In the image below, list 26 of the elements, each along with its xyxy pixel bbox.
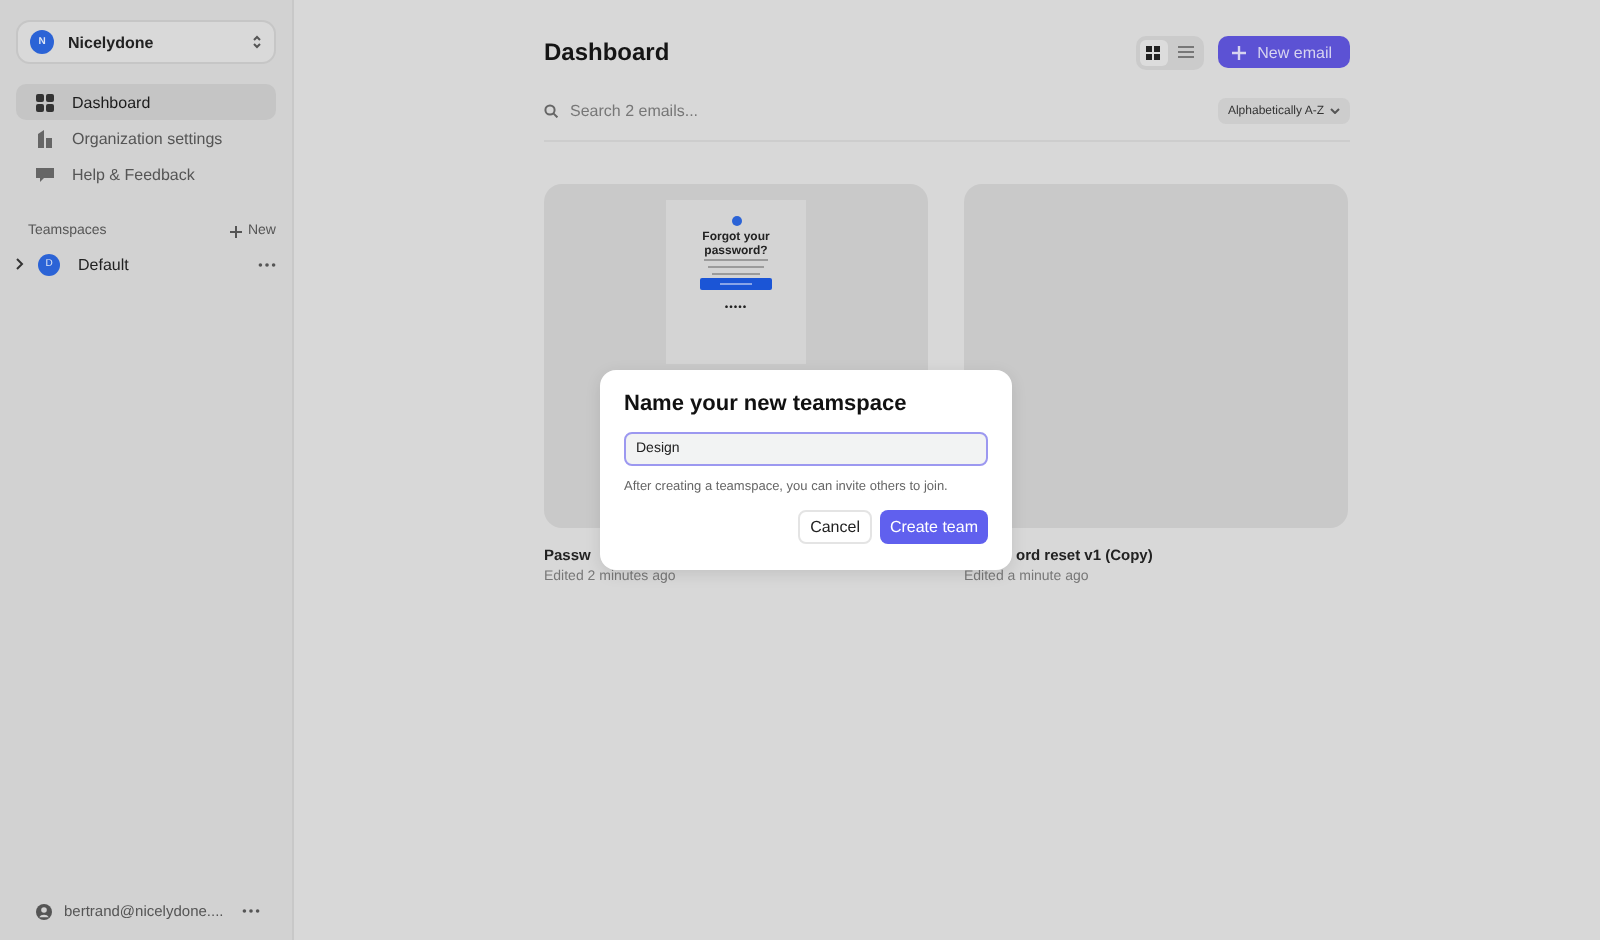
preview-button-drawing: [700, 278, 772, 291]
more-icon[interactable]: [258, 261, 276, 267]
logo-icon: [731, 216, 741, 226]
plus-icon: [1231, 45, 1246, 59]
list-icon: [1177, 46, 1194, 58]
grid-view-button[interactable]: [1139, 39, 1168, 65]
building-icon: [36, 129, 54, 147]
create-team-button[interactable]: Create team: [879, 510, 988, 544]
chevron-down-icon: [1330, 108, 1340, 114]
grid-icon: [36, 93, 54, 111]
page-title: Dashboard: [544, 38, 670, 66]
nav-item[interactable]: Organization settings: [16, 120, 276, 156]
new-email-button[interactable]: New email: [1217, 36, 1350, 68]
more-icon[interactable]: [242, 908, 260, 914]
nav-item[interactable]: Help & Feedback: [16, 156, 276, 192]
grid-icon: [1146, 45, 1161, 59]
chat-icon: [36, 165, 54, 183]
search-icon: [544, 104, 558, 118]
text-lines-drawing: [700, 258, 772, 279]
search-field[interactable]: Search 2 emails...: [544, 102, 810, 120]
plus-icon: [229, 225, 242, 237]
user-icon: [36, 903, 52, 919]
chevron-updown-icon: [252, 34, 262, 50]
nav-item[interactable]: Dashboard: [16, 84, 276, 120]
cancel-button[interactable]: Cancel: [798, 510, 872, 544]
dialog-title: Name your new teamspace: [624, 392, 909, 416]
